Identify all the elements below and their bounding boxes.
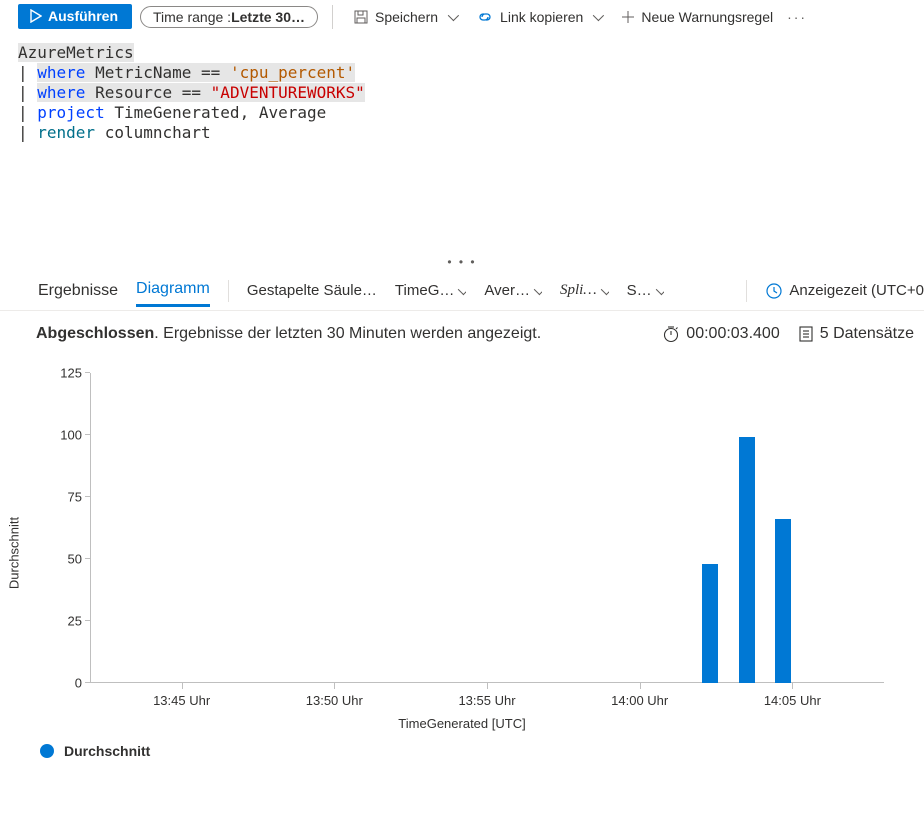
play-icon — [30, 9, 42, 23]
legend-label: Durchschnitt — [64, 743, 150, 759]
status-elapsed: 00:00:03.400 — [686, 325, 779, 343]
query-editor[interactable]: AzureMetrics | where MetricName == 'cpu_… — [0, 37, 924, 143]
results-tabs: Ergebnisse Diagramm Gestapelte Säule… Ti… — [0, 271, 924, 311]
save-icon — [353, 9, 369, 25]
copy-link-button[interactable]: Link kopieren — [470, 5, 607, 29]
chart-area: Durchschnitt 025507510012513:45 Uhr13:50… — [20, 363, 904, 743]
tab-results[interactable]: Ergebnisse — [38, 276, 118, 306]
status-bar: Abgeschlossen. Ergebnisse der letzten 30… — [0, 311, 924, 353]
y-axis — [90, 373, 91, 683]
link-icon — [476, 9, 494, 25]
tabs-separator-2 — [746, 280, 747, 302]
save-button-label: Speichern — [375, 9, 438, 25]
plus-icon — [621, 10, 635, 24]
resize-grip[interactable]: • • • — [0, 253, 924, 271]
new-alert-button[interactable]: Neue Warnungsregel — [615, 5, 779, 29]
toolbar-separator — [332, 5, 333, 29]
y-tick: 50 — [68, 552, 90, 567]
chart-bar[interactable] — [775, 519, 791, 683]
time-range-prefix: Time range : — [153, 9, 231, 25]
chart-bar[interactable] — [739, 437, 755, 683]
y-tick: 25 — [68, 614, 90, 629]
clock-icon — [765, 282, 783, 300]
chart-split-select[interactable]: Spli… — [560, 282, 609, 299]
chart-x-select[interactable]: TimeG… — [395, 282, 466, 299]
chart-ylabel: Durchschnitt — [7, 517, 22, 589]
more-icon[interactable]: ··· — [787, 9, 807, 25]
kw-where-2: where — [37, 83, 85, 102]
time-range-value: Letzte 30… — [231, 9, 305, 25]
chart-legend: Durchschnitt — [0, 743, 924, 759]
new-alert-label: Neue Warnungsregel — [641, 9, 773, 25]
run-button[interactable]: Ausführen — [18, 4, 132, 29]
tabs-separator — [228, 280, 229, 302]
y-tick: 0 — [75, 676, 90, 691]
kw-project: project — [37, 103, 104, 122]
chart-agg-select[interactable]: S… — [627, 282, 664, 299]
query-toolbar: Ausführen Time range : Letzte 30… Speich… — [0, 0, 924, 37]
stopwatch-icon — [662, 325, 680, 343]
status-done: Abgeschlossen — [36, 325, 154, 343]
y-tick: 125 — [60, 366, 90, 381]
query-table: AzureMetrics — [18, 43, 134, 62]
chart-y-select[interactable]: Aver… — [484, 282, 542, 299]
kw-where-1: where — [37, 63, 85, 82]
chart-plot: 025507510012513:45 Uhr13:50 Uhr13:55 Uhr… — [90, 373, 884, 683]
tab-chart[interactable]: Diagramm — [136, 274, 210, 307]
chart-type-select[interactable]: Gestapelte Säule… — [247, 282, 377, 299]
y-tick: 100 — [60, 428, 90, 443]
time-range-picker[interactable]: Time range : Letzte 30… — [140, 6, 318, 28]
status-msg: . Ergebnisse der letzten 30 Minuten werd… — [154, 325, 541, 343]
y-tick: 75 — [68, 490, 90, 505]
kw-render: render — [37, 123, 95, 142]
chart-xlabel: TimeGenerated [UTC] — [398, 716, 525, 731]
legend-swatch — [40, 744, 54, 758]
display-time[interactable]: Anzeigezeit (UTC+0 — [765, 282, 924, 300]
save-button[interactable]: Speichern — [347, 5, 462, 29]
copy-link-label: Link kopieren — [500, 9, 583, 25]
records-icon — [798, 325, 814, 343]
display-time-label: Anzeigezeit (UTC+0 — [789, 282, 924, 299]
status-records: 5 Datensätze — [820, 325, 914, 343]
chart-bar[interactable] — [702, 564, 718, 683]
run-button-label: Ausführen — [48, 8, 118, 24]
